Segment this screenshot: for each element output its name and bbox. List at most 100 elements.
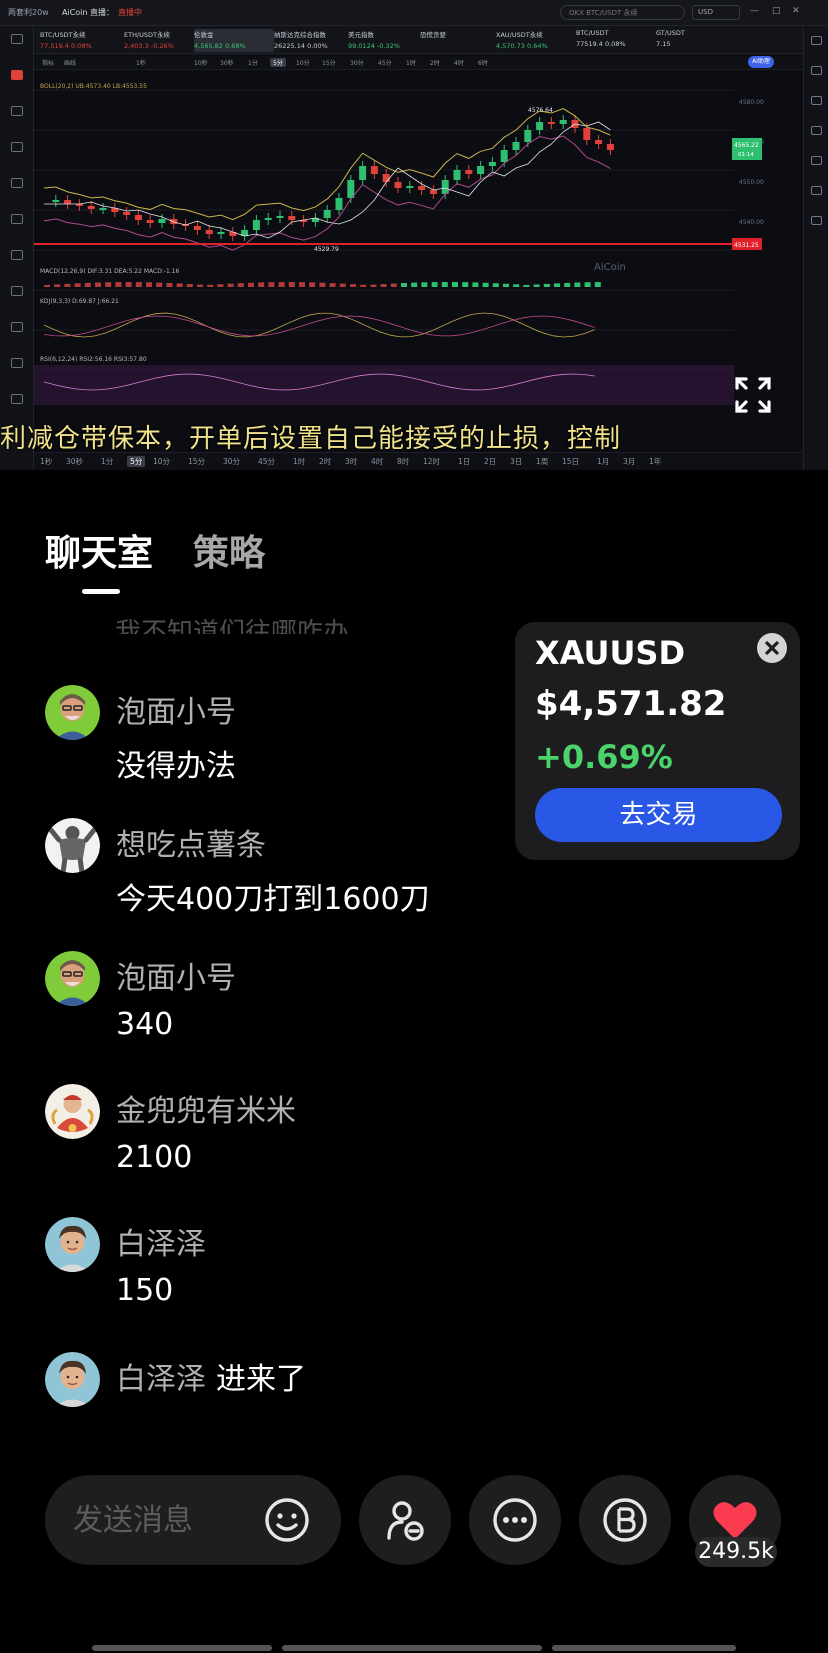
avatar[interactable] <box>45 685 100 740</box>
username[interactable]: 金兜兜有米米 <box>116 1086 296 1130</box>
sidebar-item-news[interactable] <box>4 142 30 152</box>
sidebar-item-signals[interactable] <box>4 178 30 188</box>
settings-icon[interactable] <box>811 216 822 225</box>
toolbar-item[interactable]: 画线 <box>64 58 76 67</box>
timeframe-option[interactable]: 1时 <box>293 456 305 467</box>
alert-icon[interactable] <box>811 156 822 165</box>
ticker-item[interactable]: 纳斯达克综合指数 26225.14 0.00% <box>274 29 354 52</box>
sidebar-item-data[interactable] <box>4 322 30 332</box>
sidebar-item-tools[interactable] <box>4 214 30 224</box>
toolbar-item[interactable]: 2时 <box>430 58 440 67</box>
candle-body <box>477 166 485 174</box>
timeframe-option[interactable]: 4时 <box>371 456 383 467</box>
ticker-item[interactable]: BTC/USDT 77519.4 0.08% <box>576 29 656 52</box>
sidebar-item-home[interactable] <box>4 34 30 44</box>
close-icon[interactable]: ✕ <box>792 6 800 16</box>
macd-bar <box>390 283 397 287</box>
toolbar-item[interactable]: 10秒 <box>194 58 208 67</box>
orderbook-icon[interactable] <box>811 126 822 135</box>
timeframe-option[interactable]: 1秒 <box>40 456 52 467</box>
avatar[interactable] <box>45 1084 100 1139</box>
close-icon[interactable] <box>757 633 787 663</box>
ticker-item[interactable]: 美元指数 99.0124 -0.32% <box>348 29 428 52</box>
ticker-item[interactable]: 恐慌贪婪 <box>420 29 500 52</box>
timeframe-option[interactable]: 1月 <box>597 456 609 467</box>
candlestick-chart[interactable]: BOLL(20,2) UB:4573.40 LB:4553.55 MACD(12,… <box>34 70 803 430</box>
timeframe-option[interactable]: 45分 <box>258 456 275 467</box>
timeframe-option[interactable]: 10分 <box>153 456 170 467</box>
toolbar-item[interactable]: 指标 <box>42 58 54 67</box>
username[interactable]: 想吃点薯条 <box>116 820 266 864</box>
macd-bar <box>176 283 183 287</box>
username[interactable]: 白泽泽 <box>116 1362 206 1397</box>
ticker-item[interactable]: 伦敦金 4,565.82 0.68% <box>194 29 274 52</box>
avatar[interactable] <box>45 1217 100 1272</box>
position-icon[interactable] <box>811 186 822 195</box>
sidebar-item-assets[interactable] <box>4 250 30 260</box>
trades-icon[interactable] <box>811 96 822 105</box>
emoji-icon[interactable] <box>263 1496 311 1544</box>
timeframe-option[interactable]: 2日 <box>484 456 496 467</box>
avatar[interactable] <box>45 1352 100 1407</box>
avatar[interactable] <box>45 818 100 873</box>
username[interactable]: 泡面小号 <box>116 687 236 731</box>
toolbar-item[interactable]: 4时 <box>454 58 464 67</box>
ticker-item[interactable]: ETH/USDT永续 2,403.3 -0.26% <box>124 29 204 52</box>
timeframe-option[interactable]: 3时 <box>345 456 357 467</box>
timeframe-option[interactable]: 5分 <box>127 456 146 467</box>
sidebar-item-trade[interactable] <box>4 286 30 296</box>
sidebar-item-more[interactable] <box>4 394 30 404</box>
ticker-item[interactable]: GT/USDT 7.15 <box>656 29 736 52</box>
tab-chat-room[interactable]: 聊天室 <box>45 524 153 576</box>
timeframe-option[interactable]: 30分 <box>223 456 240 467</box>
layout-icon[interactable] <box>811 36 822 45</box>
avatar[interactable] <box>45 951 100 1006</box>
toolbar-item[interactable]: 1秒 <box>136 58 146 67</box>
toolbar-item[interactable]: 45分 <box>378 58 392 67</box>
timeframe-option[interactable]: 1日 <box>458 456 470 467</box>
timeframe-option[interactable]: 15分 <box>188 456 205 467</box>
sidebar-item-community[interactable] <box>4 358 30 368</box>
currency-select[interactable]: USD <box>692 5 740 20</box>
trade-button[interactable]: 去交易 <box>535 788 782 842</box>
toolbar-item[interactable]: 10分 <box>296 58 310 67</box>
tab-strategy[interactable]: 策略 <box>193 524 265 576</box>
timeframe-option[interactable]: 15日 <box>562 456 579 467</box>
username[interactable]: 泡面小号 <box>116 953 236 997</box>
guest-button[interactable] <box>359 1475 451 1565</box>
maximize-icon[interactable]: □ <box>772 6 781 16</box>
ticker-popup-card[interactable]: XAUUSD $4,571.82 +0.69% 去交易 <box>515 622 800 860</box>
toolbar-item[interactable]: 15分 <box>322 58 336 67</box>
toolbar-item[interactable]: 1分 <box>248 58 258 67</box>
ticker-item[interactable]: XAU/USDT永续 4,570.73 0.64% <box>496 29 576 52</box>
timeframe-option[interactable]: 3月 <box>623 456 635 467</box>
message-input[interactable] <box>73 1499 273 1541</box>
toolbar-item[interactable]: 6时 <box>478 58 488 67</box>
timeframe-option[interactable]: 1周 <box>536 456 548 467</box>
toolbar-item-selected[interactable]: 5分 <box>270 58 286 67</box>
toolbar-item[interactable]: 30秒 <box>220 58 234 67</box>
depth-icon[interactable] <box>811 66 822 75</box>
live-video-stream[interactable]: 两套利20w AiCoin 直播： 直播中 OKX BTC/USDT 永续 US… <box>0 0 828 470</box>
ticker-item[interactable]: BTC/USDT永续 77,519.4 0.08% <box>40 29 120 52</box>
timeframe-option[interactable]: 1分 <box>101 456 113 467</box>
toolbar-item[interactable]: 30分 <box>350 58 364 67</box>
timeframe-option[interactable]: 12时 <box>423 456 440 467</box>
fullscreen-icon[interactable] <box>734 376 772 414</box>
toolbar-item[interactable]: 1时 <box>406 58 416 67</box>
timeframe-option[interactable]: 2时 <box>319 456 331 467</box>
minimize-icon[interactable]: — <box>750 6 759 16</box>
username[interactable]: 白泽泽 <box>116 1219 206 1263</box>
sidebar-item-market[interactable] <box>4 70 30 80</box>
timeframe-option[interactable]: 3日 <box>510 456 522 467</box>
timeframe-option[interactable]: 30秒 <box>66 456 83 467</box>
timeframe-option[interactable]: 8时 <box>397 456 409 467</box>
macd-bar <box>431 282 438 287</box>
ai-assistant-button[interactable]: AI助理 <box>748 56 774 68</box>
more-button[interactable] <box>469 1475 561 1565</box>
bitcoin-button[interactable] <box>579 1475 671 1565</box>
timeframe-option[interactable]: 1年 <box>649 456 661 467</box>
market-search-input[interactable]: OKX BTC/USDT 永续 <box>560 5 685 20</box>
sidebar-item-watchlist[interactable] <box>4 106 30 116</box>
macd-bar <box>44 285 50 287</box>
